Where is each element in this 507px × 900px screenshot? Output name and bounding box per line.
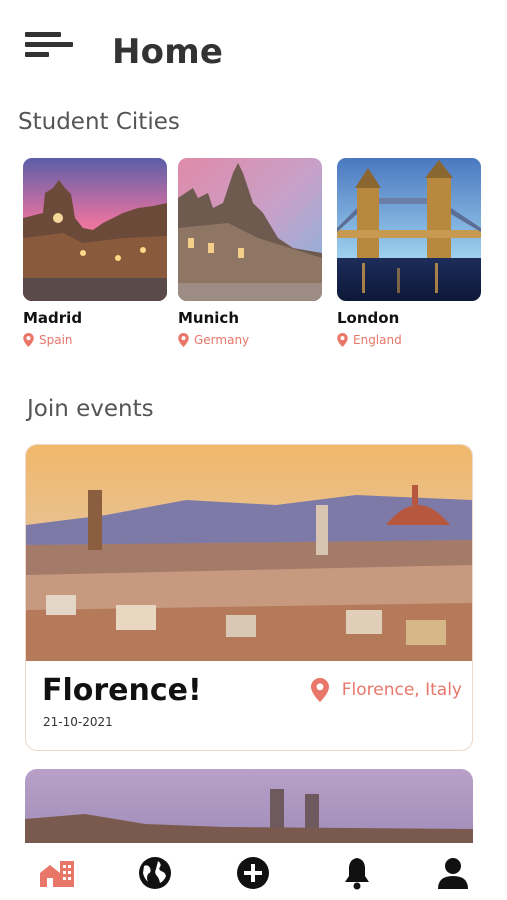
bottom-nav [0,843,507,900]
bell-icon [345,858,369,890]
location-pin-icon [178,333,189,347]
event-location: Florence, Italy [310,678,462,702]
nav-home[interactable] [37,853,77,893]
city-image-munich [178,158,322,301]
city-name: Madrid [23,309,83,327]
app-header: Home [0,0,507,100]
location-pin-icon [310,678,329,702]
page-title: Home [112,32,224,72]
event-location-label: Florence, Italy [341,680,462,700]
city-card-madrid[interactable]: Madrid Spain [23,158,169,358]
nav-explore[interactable] [135,853,175,893]
student-cities-heading: Student Cities [18,109,180,135]
event-image [26,445,472,661]
city-country-label: England [353,333,402,347]
city-country-label: Germany [194,333,250,347]
location-pin-icon [23,333,34,347]
add-icon [237,857,269,889]
globe-icon [139,857,171,889]
city-name: London [337,309,400,327]
location-pin-icon [337,333,348,347]
nav-profile[interactable] [433,853,473,893]
city-image-madrid [23,158,167,301]
city-country: Spain [23,333,169,347]
event-title: Florence! [42,673,202,708]
city-country: England [337,333,483,347]
city-card-london[interactable]: London England [337,158,483,358]
menu-icon[interactable] [25,30,77,64]
join-events-heading: Join events [27,396,154,422]
city-image-london [337,158,481,301]
nav-add[interactable] [233,853,273,893]
city-home-icon [40,861,74,887]
event-card-partial[interactable] [25,769,473,849]
nav-notifications[interactable] [337,853,377,893]
city-card-munich[interactable]: Munich Germany [178,158,324,358]
city-country-label: Spain [39,333,73,347]
city-country: Germany [178,333,324,347]
event-date: 21-10-2021 [43,715,113,729]
event-card-florence[interactable]: Florence! 21-10-2021 Florence, Italy [25,444,473,751]
city-name: Munich [178,309,239,327]
profile-icon [438,858,468,889]
